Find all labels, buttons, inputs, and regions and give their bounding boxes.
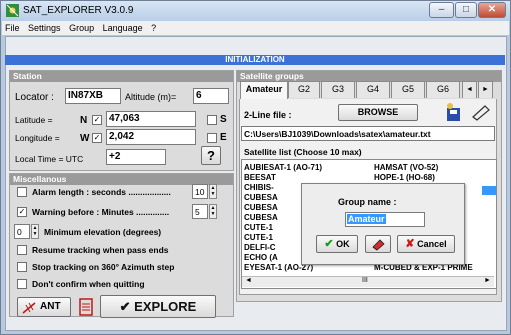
tab-g3[interactable]: G3 bbox=[321, 81, 355, 98]
eraser-icon bbox=[372, 239, 385, 251]
west-checkbox[interactable]: ✓ bbox=[92, 133, 102, 143]
explore-button[interactable]: ✔ EXPLORE bbox=[100, 295, 216, 318]
stop-tracking-label: Stop tracking on 360° Azimuth step bbox=[32, 262, 175, 272]
dont-confirm-label: Don't confirm when quitting bbox=[32, 279, 145, 289]
scroll-thumb[interactable]: III bbox=[362, 277, 368, 284]
longitude-input[interactable]: 2,042 bbox=[106, 129, 196, 145]
ok-label: OK bbox=[336, 239, 350, 249]
locator-input[interactable]: IN87XB bbox=[65, 88, 121, 104]
list-item[interactable]: CUBESA bbox=[244, 213, 278, 222]
menu-help[interactable]: ? bbox=[148, 21, 159, 35]
window-title: SAT_EXPLORER V3.0.9 bbox=[23, 5, 134, 16]
local-time-label: Local Time = UTC bbox=[15, 154, 84, 164]
menu-bar: File Settings Group Language ? bbox=[2, 21, 509, 35]
list-item[interactable]: ECHO (A bbox=[244, 253, 278, 262]
warning-minutes-input[interactable]: 5 bbox=[192, 204, 208, 219]
latitude-label: Latitude = bbox=[15, 115, 53, 125]
list-item[interactable]: BEESAT bbox=[244, 173, 276, 182]
list-item[interactable]: HOPE-1 (HO-68) bbox=[374, 173, 435, 182]
browse-button[interactable]: BROWSE bbox=[338, 104, 418, 121]
lat-hemisphere-label: N bbox=[80, 115, 88, 126]
altitude-label: Altitude (m)= bbox=[125, 92, 177, 102]
lon-hemisphere-label: W bbox=[80, 133, 90, 144]
list-item[interactable]: HAMSAT (VO-52) bbox=[374, 163, 438, 172]
twoline-path-field[interactable]: C:\Users\BJ1039\Downloads\satex\amateur.… bbox=[241, 126, 495, 141]
stop-tracking-checkbox[interactable] bbox=[17, 262, 27, 272]
min-elevation-spinner[interactable]: ▲ ▼ bbox=[31, 224, 39, 239]
locator-label: Locator : bbox=[15, 92, 54, 103]
tab-scroll-left[interactable]: ◄ bbox=[462, 81, 477, 98]
menu-language[interactable]: Language bbox=[100, 21, 146, 35]
ant-button[interactable]: ANT bbox=[17, 297, 71, 317]
warning-spinner[interactable]: ▲ ▼ bbox=[209, 204, 217, 219]
min-elevation-label: Minimum elevation (degrees) bbox=[44, 227, 162, 237]
satellite-app-icon bbox=[6, 4, 19, 17]
group-name-dialog: Group name : Amateur ✔ OK ✘ Cancel bbox=[301, 183, 465, 265]
cancel-x-icon: ✘ bbox=[405, 238, 415, 250]
warning-label: Warning before : Minutes .............. bbox=[32, 207, 170, 217]
list-item[interactable]: CUBESA bbox=[244, 203, 278, 212]
menu-file[interactable]: File bbox=[2, 21, 23, 35]
alarm-spinner[interactable]: ▲ ▼ bbox=[209, 184, 217, 199]
east-checkbox[interactable] bbox=[207, 133, 217, 143]
north-checkbox[interactable]: ✓ bbox=[92, 115, 102, 125]
satellite-list-title: Satellite list (Choose 10 max) bbox=[244, 147, 362, 157]
initialization-banner: INITIALIZATION bbox=[5, 55, 505, 65]
maximize-button[interactable]: □ bbox=[455, 2, 477, 18]
scroll-left-icon[interactable]: ◄ bbox=[245, 277, 252, 284]
list-item[interactable]: DELFI-C bbox=[244, 243, 276, 252]
tab-g6[interactable]: G6 bbox=[426, 81, 460, 98]
antenna-icon bbox=[22, 302, 36, 314]
altitude-input[interactable]: 6 bbox=[193, 88, 229, 104]
cancel-button[interactable]: ✘ Cancel bbox=[397, 235, 455, 253]
east-label: E bbox=[220, 132, 227, 143]
twoline-label: 2-Line file : bbox=[244, 110, 292, 120]
station-title: Station bbox=[10, 71, 233, 82]
pencil-edit-icon[interactable] bbox=[470, 103, 492, 121]
list-item[interactable]: CUTE-1 bbox=[244, 233, 273, 242]
tab-g5[interactable]: G5 bbox=[391, 81, 425, 98]
clear-button[interactable] bbox=[365, 235, 391, 253]
tab-g4[interactable]: G4 bbox=[356, 81, 390, 98]
list-item[interactable]: CUBESA bbox=[244, 193, 278, 202]
cancel-label: Cancel bbox=[417, 239, 447, 249]
menu-settings[interactable]: Settings bbox=[25, 21, 64, 35]
warning-checkbox[interactable]: ✓ bbox=[17, 207, 27, 217]
tab-scroll-right[interactable]: ► bbox=[478, 81, 493, 98]
group-name-input[interactable]: Amateur bbox=[345, 212, 425, 227]
list-item[interactable]: AUBIESAT-1 (AO-71) bbox=[244, 163, 322, 172]
alarm-checkbox[interactable] bbox=[17, 187, 27, 197]
ant-label: ANT bbox=[40, 301, 61, 312]
tab-g2[interactable]: G2 bbox=[288, 81, 320, 98]
dialog-title: Group name : bbox=[338, 197, 397, 207]
utc-offset-input[interactable]: +2 bbox=[106, 149, 166, 165]
menu-group[interactable]: Group bbox=[66, 21, 97, 35]
south-label: S bbox=[220, 114, 227, 125]
dont-confirm-checkbox[interactable] bbox=[17, 279, 27, 289]
selected-item-highlight bbox=[482, 186, 496, 195]
list-item[interactable]: CUTE-1 bbox=[244, 223, 273, 232]
longitude-label: Longitude = bbox=[15, 133, 60, 143]
tab-amateur[interactable]: Amateur bbox=[240, 81, 288, 100]
help-button[interactable]: ? bbox=[201, 146, 221, 165]
resume-tracking-checkbox[interactable] bbox=[17, 245, 27, 255]
list-item[interactable]: CHIBIS- bbox=[244, 183, 274, 192]
close-button[interactable]: ✕ bbox=[478, 2, 506, 18]
ok-button[interactable]: ✔ OK bbox=[316, 235, 358, 253]
list-horizontal-scrollbar[interactable]: ◄ III ► bbox=[242, 276, 494, 287]
checkmark-icon: ✔ bbox=[324, 238, 334, 250]
alarm-label: Alarm length : seconds .................… bbox=[32, 187, 171, 197]
satellite-dish-icon[interactable] bbox=[78, 297, 94, 317]
latitude-input[interactable]: 47,063 bbox=[106, 111, 196, 127]
minimize-button[interactable]: – bbox=[429, 2, 454, 18]
group-name-value: Amateur bbox=[347, 214, 386, 224]
resume-tracking-label: Resume tracking when pass ends bbox=[32, 245, 169, 255]
title-bar[interactable]: SAT_EXPLORER V3.0.9 – □ ✕ bbox=[1, 1, 510, 21]
south-checkbox[interactable] bbox=[207, 115, 217, 125]
save-disk-icon[interactable] bbox=[444, 102, 466, 122]
alarm-seconds-input[interactable]: 10 bbox=[192, 184, 208, 199]
min-elevation-input[interactable]: 0 bbox=[14, 224, 30, 239]
scroll-right-icon[interactable]: ► bbox=[484, 277, 491, 284]
